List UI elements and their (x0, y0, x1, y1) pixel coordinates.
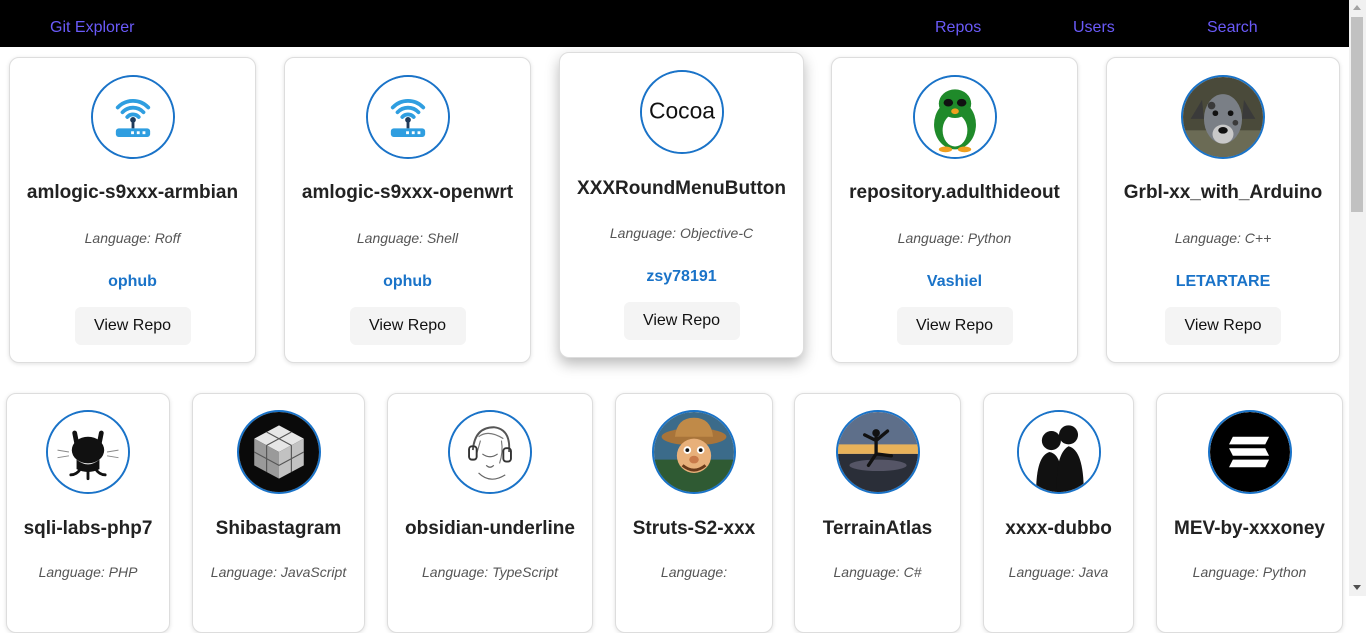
dog-photo-icon (1181, 75, 1265, 159)
navbar: Git Explorer Repos Users Search (0, 0, 1349, 47)
repo-language: Language: C++ (1174, 230, 1272, 246)
repo-card: xxxx-dubbo Language: Java (983, 393, 1134, 633)
owner-link[interactable]: Vashiel (832, 273, 1077, 291)
repo-name: repository.adulthideout (849, 182, 1060, 203)
view-repo-button[interactable]: View Repo (74, 307, 191, 345)
sunset-silhouette-icon (835, 410, 920, 494)
github-octocat-icon (46, 410, 130, 494)
nav-link-search[interactable]: Search (1207, 18, 1258, 38)
repo-card: Cocoa XXXRoundMenuButton Language: Objec… (559, 52, 804, 358)
wifi-router-icon (365, 75, 450, 159)
repo-card: MEV-by-xxxoney Language: Python (1156, 393, 1343, 633)
repo-name: obsidian-underline (405, 518, 575, 539)
cowboy-cartoon-icon (652, 410, 736, 494)
glass-cube-icon (236, 410, 321, 494)
sketch-headphones-icon (448, 410, 532, 494)
cocoa-text-icon: Cocoa (639, 70, 724, 154)
repo-language: Language: Java (1008, 564, 1109, 580)
repo-card: TerrainAtlas Language: C# (794, 393, 961, 633)
repo-name: Shibastagram (215, 518, 342, 539)
repo-name: MEV-by-xxxoney (1174, 518, 1325, 539)
couple-silhouette-icon (1016, 410, 1101, 494)
brand-link[interactable]: Git Explorer (50, 18, 134, 38)
repo-card: repository.adulthideout Language: Python… (831, 57, 1078, 363)
owner-link[interactable]: ophub (285, 273, 530, 291)
scrollbar-thumb[interactable] (1351, 17, 1363, 212)
repo-name: amlogic-s9xxx-openwrt (301, 182, 514, 203)
repo-card: Shibastagram Language: JavaScript (192, 393, 365, 633)
cocoa-logo-text: Cocoa (648, 98, 714, 124)
repo-language: Language: C# (833, 564, 922, 580)
scroll-up-arrow-icon[interactable] (1353, 5, 1361, 10)
penguin-icon (912, 75, 997, 159)
owner-link[interactable]: zsy78191 (560, 268, 803, 286)
owner-link[interactable]: ophub (10, 273, 255, 291)
repo-name: Struts-S2-xxx (632, 518, 756, 539)
scroll-down-arrow-icon[interactable] (1353, 585, 1361, 590)
repo-name: amlogic-s9xxx-armbian (26, 182, 239, 203)
repo-card: amlogic-s9xxx-openwrt Language: Shell op… (284, 57, 531, 363)
repo-name: Grbl-xx_with_Arduino (1123, 182, 1323, 203)
repo-language: Language: Python (897, 230, 1012, 246)
page-scrollbar[interactable] (1349, 0, 1366, 596)
repo-language: Language: Roff (84, 230, 181, 246)
repo-language: Language: Objective-C (609, 225, 754, 241)
repo-language: Language: Python (1192, 564, 1307, 580)
nav-link-users[interactable]: Users (1073, 18, 1115, 38)
view-repo-button[interactable]: View Repo (623, 302, 740, 340)
view-repo-button[interactable]: View Repo (349, 307, 466, 345)
repo-name: sqli-labs-php7 (23, 518, 153, 539)
repo-card: obsidian-underline Language: TypeScript (387, 393, 593, 633)
repo-card: sqli-labs-php7 Language: PHP (6, 393, 170, 633)
owner-link[interactable]: LETARTARE (1107, 273, 1339, 291)
repo-card: Struts-S2-xxx Language: (615, 393, 773, 633)
repo-language: Language: Shell (356, 230, 459, 246)
repo-language: Language: PHP (38, 564, 138, 580)
solana-logo-icon (1207, 410, 1292, 494)
repo-name: XXXRoundMenuButton (577, 178, 786, 199)
repo-name: TerrainAtlas (822, 518, 933, 539)
repo-language: Language: JavaScript (210, 564, 347, 580)
nav-link-repos[interactable]: Repos (935, 18, 981, 38)
repo-language: Language: TypeScript (422, 564, 558, 580)
repo-card: amlogic-s9xxx-armbian Language: Roff oph… (9, 57, 256, 363)
repo-card: Grbl-xx_with_Arduino Language: C++ LETAR… (1106, 57, 1340, 363)
view-repo-button[interactable]: View Repo (896, 307, 1013, 345)
repo-name: xxxx-dubbo (1005, 518, 1112, 539)
wifi-router-icon (90, 75, 175, 159)
view-repo-button[interactable]: View Repo (1165, 307, 1281, 345)
repo-language: Language: (660, 564, 728, 580)
